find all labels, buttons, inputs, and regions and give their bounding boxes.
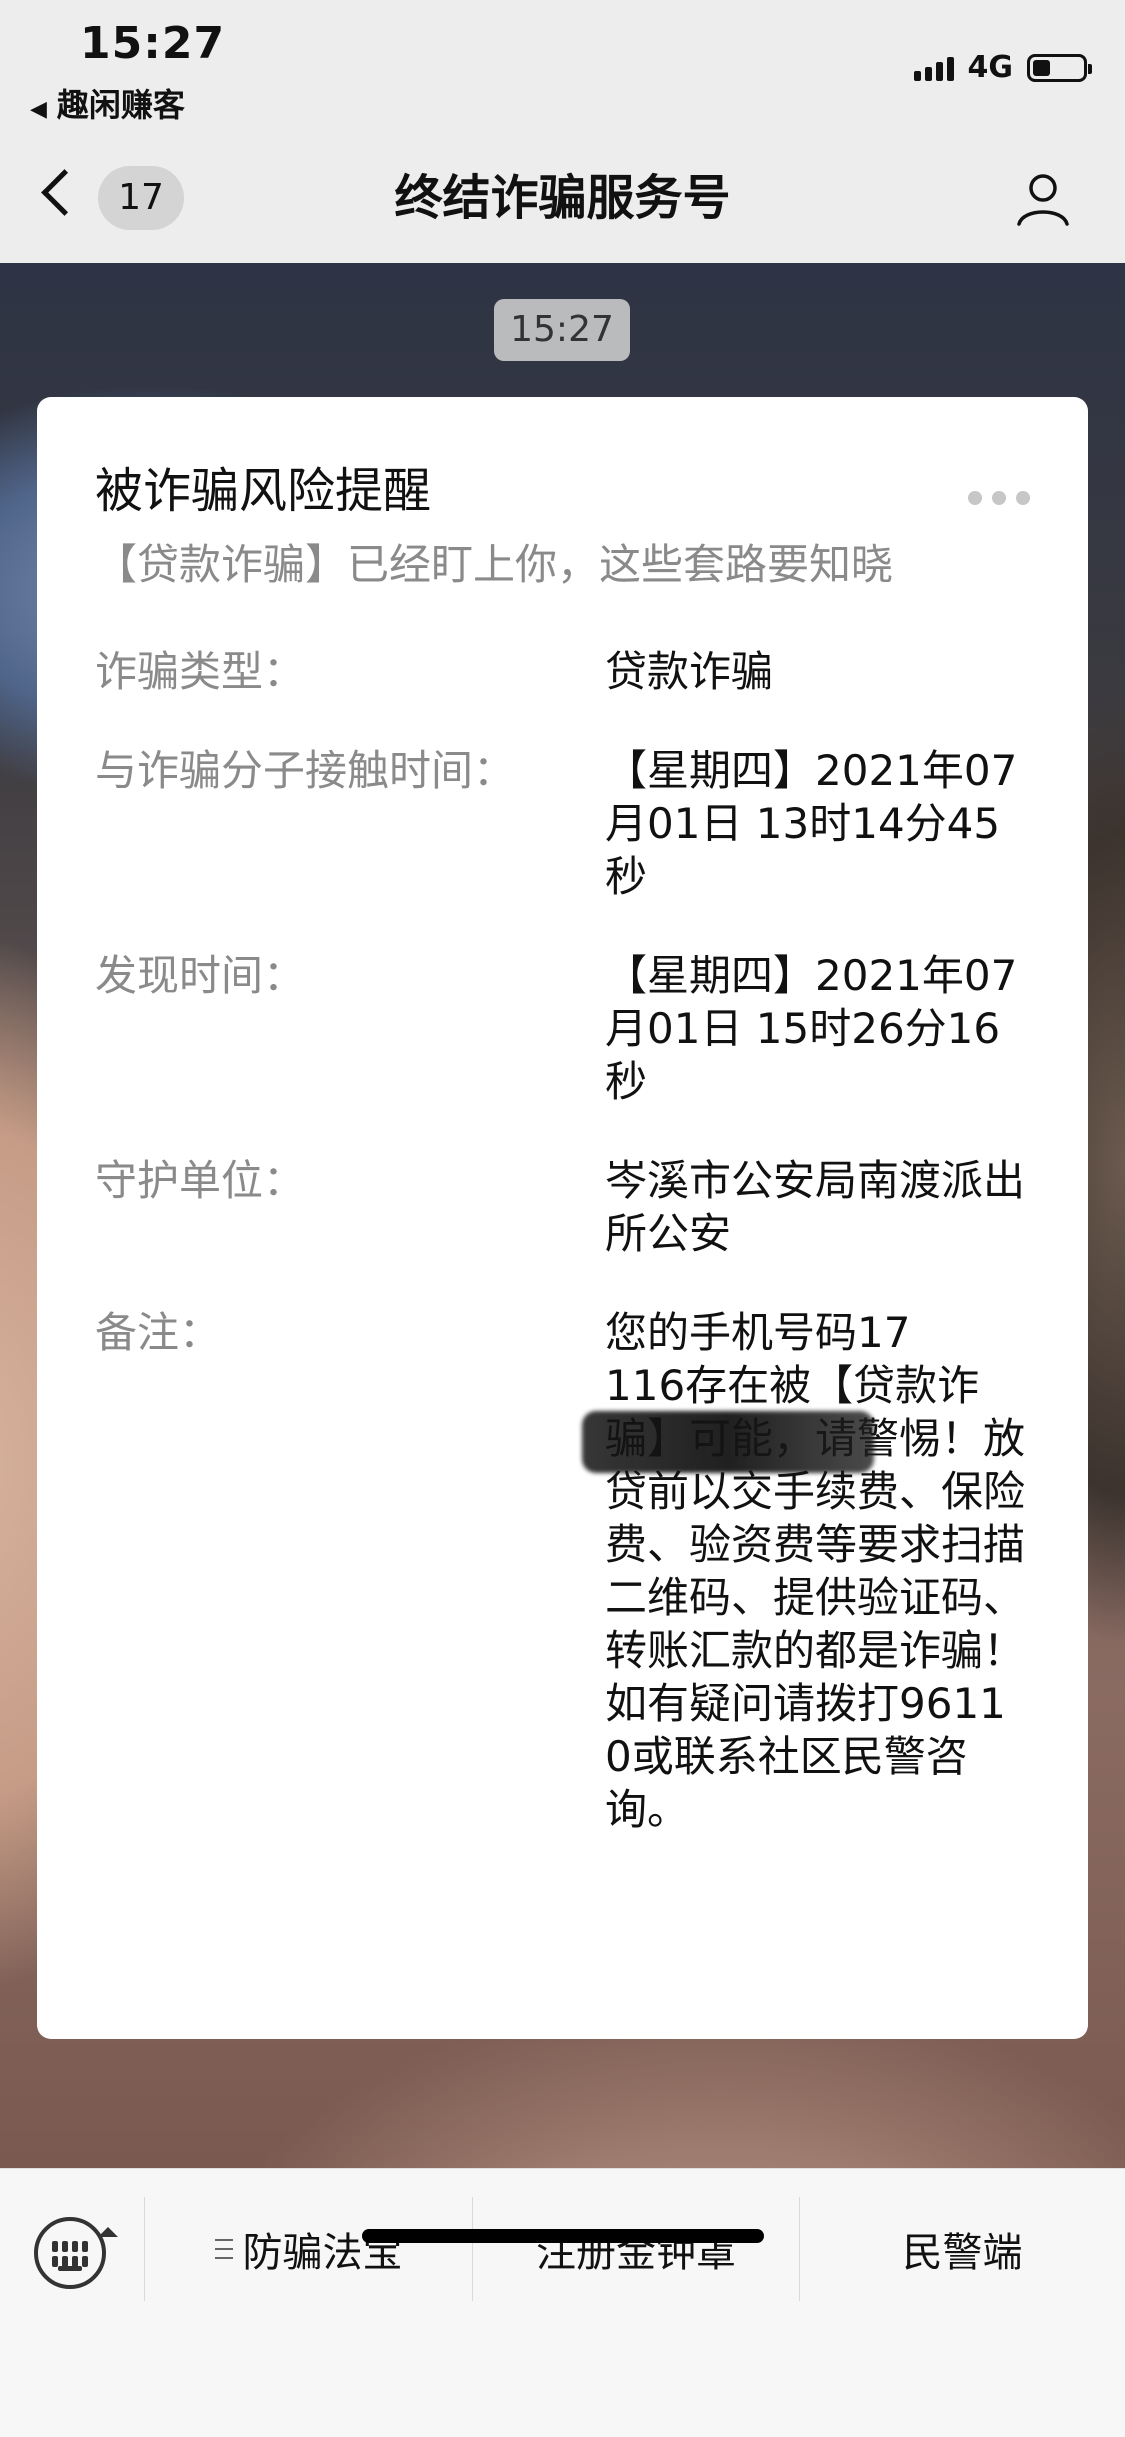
field-label: 发现时间： <box>95 951 306 1000</box>
risk-alert-card[interactable]: 被诈骗风险提醒 【贷款诈骗】已经盯上你，这些套路要知晓 诈骗类型： 贷款诈骗 与… <box>37 397 1088 2039</box>
field-value: 岑溪市公安局南渡派出所公安 <box>605 1156 1026 1258</box>
field-label: 守护单位： <box>95 1156 306 1205</box>
submenu-lines-icon <box>214 2239 233 2259</box>
card-fields: 诈骗类型： 贷款诈骗 与诈骗分子接触时间： 【星期四】2021年07月01日 1… <box>95 645 1030 1836</box>
redaction-mark <box>582 1411 874 1473</box>
more-dots-icon[interactable] <box>968 491 1030 505</box>
menu-item-register[interactable]: 注册金钟罩 <box>473 2191 799 2307</box>
home-indicator[interactable] <box>362 2229 764 2243</box>
status-indicators: 4G <box>913 50 1092 85</box>
menu-item-anti-fraud[interactable]: 防骗法宝 <box>145 2191 472 2307</box>
keyboard-icon[interactable] <box>34 2217 118 2289</box>
field-value: 【星期四】2021年07月01日 15时26分16秒 <box>605 951 1018 1106</box>
back-app-label: 趣闲赚客 <box>56 86 185 124</box>
navigation-bar: 17 终结诈骗服务号 <box>0 150 1125 250</box>
field-label: 与诈骗分子接触时间： <box>95 746 516 795</box>
field-discovery-time: 发现时间： 【星期四】2021年07月01日 15时26分16秒 <box>95 949 1030 1108</box>
top-bar: 15:27 ◀ 趣闲赚客 4G 17 终结诈骗服务号 <box>0 0 1125 263</box>
field-guardian-unit: 守护单位： 岑溪市公安局南渡派出所公安 <box>95 1154 1030 1260</box>
page-title: 终结诈骗服务号 <box>394 170 731 226</box>
battery-icon <box>1027 53 1092 82</box>
field-value: 您的手机号码17 116存在被【贷款诈骗】可能，请警惕！放贷前以交手续费、保险费… <box>605 1308 1026 1834</box>
field-value: 贷款诈骗 <box>605 647 774 696</box>
status-time: 15:27 <box>80 18 226 69</box>
field-remark: 备注： 您的手机号码17 116存在被【贷款诈骗】可能，请警惕！放贷前以交手续费… <box>95 1306 1030 1836</box>
field-value: 【星期四】2021年07月01日 13时14分45秒 <box>605 746 1018 901</box>
field-fraud-type: 诈骗类型： 贷款诈骗 <box>95 645 1030 698</box>
message-timestamp: 15:27 <box>494 299 630 361</box>
signal-icon <box>913 55 954 81</box>
card-title: 被诈骗风险提醒 <box>95 463 432 519</box>
network-type: 4G <box>967 50 1014 85</box>
menu-item-label: 民警端 <box>902 2230 1023 2276</box>
back-to-app-link[interactable]: ◀ 趣闲赚客 <box>30 80 185 126</box>
field-label: 备注： <box>95 1308 222 1357</box>
menu-item-police[interactable]: 民警端 <box>800 2191 1125 2307</box>
card-subtitle: 【贷款诈骗】已经盯上你，这些套路要知晓 <box>95 540 894 589</box>
field-contact-time: 与诈骗分子接触时间： 【星期四】2021年07月01日 13时14分45秒 <box>95 744 1030 903</box>
user-icon[interactable] <box>1013 168 1073 228</box>
bottom-menu-bar: 防骗法宝 注册金钟罩 民警端 <box>0 2168 1125 2437</box>
field-label: 诈骗类型： <box>95 647 306 696</box>
back-triangle-icon: ◀ <box>30 97 47 122</box>
service-menu: 防骗法宝 注册金钟罩 民警端 <box>0 2191 1125 2307</box>
